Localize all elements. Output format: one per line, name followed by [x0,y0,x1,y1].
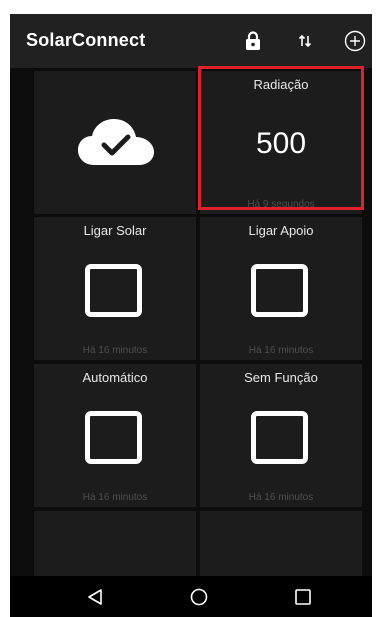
sort-arrows-icon[interactable] [292,28,318,54]
tile-timestamp: Há 16 minutos [248,492,314,503]
tile-title: Ligar Apoio [248,223,314,238]
radiation-tile[interactable]: Radiação 500 Há 9 segundos [200,71,362,214]
back-icon[interactable] [82,584,108,610]
ligar-apoio-tile[interactable]: Ligar Apoio Há 16 minutos [200,217,362,360]
system-nav-bar [10,576,372,617]
tile-title: Automático [82,370,148,385]
app-title: SolarConnect [26,30,146,50]
sem-funcao-checkbox[interactable] [251,411,308,464]
lock-icon[interactable] [240,28,266,54]
automatico-checkbox[interactable] [85,411,142,464]
automatico-tile[interactable]: Automático Há 16 minutos [34,364,196,507]
tile-timestamp: Há 16 minutos [82,345,148,356]
tile-timestamp: Há 16 minutos [248,345,314,356]
tile-timestamp: Há 16 minutos [82,492,148,503]
recents-icon[interactable] [290,584,316,610]
cloud-check-icon [77,117,155,172]
tile-timestamp: Há 9 segundos [247,199,315,210]
tile-title: Ligar Solar [83,223,147,238]
app-bar: SolarConnect [10,14,372,68]
home-icon[interactable] [186,584,212,610]
phone-screen: SolarConnect Radiação 500 Há 9 segundos … [10,14,372,617]
ligar-apoio-checkbox[interactable] [251,264,308,317]
dashboard-grid: Radiação 500 Há 9 segundos Ligar Solar H… [10,66,372,576]
add-circle-icon[interactable] [342,28,368,54]
ligar-solar-tile[interactable]: Ligar Solar Há 16 minutos [34,217,196,360]
sem-funcao-tile[interactable]: Sem Função Há 16 minutos [200,364,362,507]
empty-tile[interactable] [34,511,196,576]
ligar-solar-checkbox[interactable] [85,264,142,317]
empty-tile[interactable] [200,511,362,576]
cloud-status-tile[interactable] [34,71,196,214]
radiation-value: 500 [255,127,307,160]
tile-title: Sem Função [244,370,318,385]
tile-title: Radiação [253,77,309,92]
